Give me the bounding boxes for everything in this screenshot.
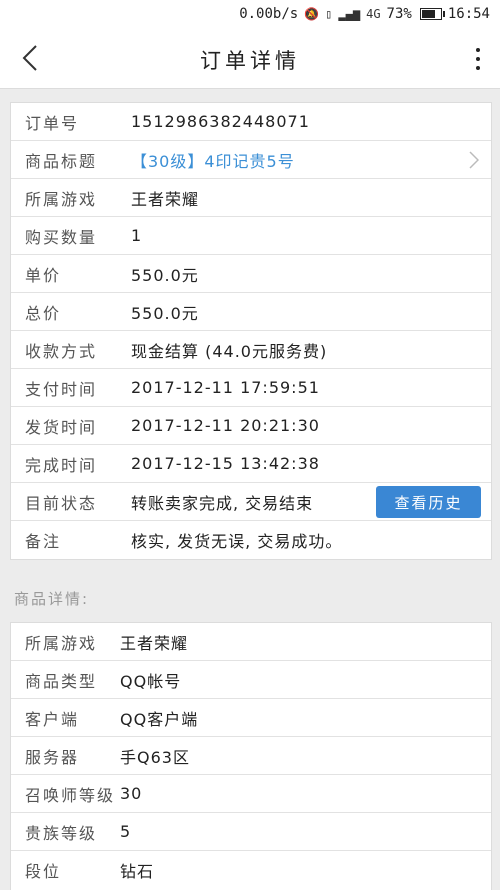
- row-label: 购买数量: [25, 227, 98, 247]
- row-label: 所属游戏: [25, 189, 98, 209]
- row-label: 完成时间: [25, 455, 98, 475]
- clock: 16:54: [447, 6, 490, 22]
- remark-value: 核实, 发货无误, 交易成功。: [131, 532, 343, 551]
- row-label: 收款方式: [25, 341, 98, 361]
- summoner-level-row: 召唤师等级 30: [11, 775, 491, 813]
- product-type-row: 商品类型 QQ帐号: [11, 661, 491, 699]
- signal-icon: ▂▄▆: [338, 7, 361, 21]
- row-label: 单价: [25, 265, 62, 285]
- network-speed: 0.00b/s: [239, 6, 299, 22]
- completion-time-row: 完成时间 2017-12-15 13:42:38: [11, 445, 491, 483]
- rank-row: 段位 钻石: [11, 851, 491, 889]
- product-title-row[interactable]: 商品标题 【30级】4印记贵5号: [11, 141, 491, 179]
- 4g-icon: 4G: [366, 7, 381, 21]
- row-label: 段位: [25, 862, 62, 881]
- battery-icon: [419, 8, 445, 20]
- mute-icon: 🔕: [304, 7, 320, 21]
- product-details-heading: 商品详情:: [14, 590, 90, 608]
- status-row: 目前状态 转账卖家完成, 交易结束 查看历史: [11, 483, 491, 521]
- quantity-row: 购买数量 1: [11, 217, 491, 255]
- total-price-value: 550.0元: [131, 303, 199, 323]
- client-value: QQ客户端: [120, 709, 199, 729]
- battery-fill: [421, 10, 435, 18]
- quantity-value: 1: [131, 226, 143, 245]
- product-title-link[interactable]: 【30级】4印记贵5号: [131, 148, 295, 172]
- row-label: 商品标题: [25, 151, 98, 171]
- product-details-card: 所属游戏 王者荣耀 商品类型 QQ帐号 客户端 QQ客户端 服务器 手Q63区 …: [10, 622, 492, 890]
- completion-time-value: 2017-12-15 13:42:38: [131, 454, 320, 473]
- detail-game-value: 王者荣耀: [120, 633, 189, 653]
- rank-value: 钻石: [120, 862, 155, 881]
- payment-time-row: 支付时间 2017-12-11 17:59:51: [11, 369, 491, 407]
- server-value: 手Q63区: [120, 747, 190, 767]
- unit-price-row: 单价 550.0元: [11, 255, 491, 293]
- row-label: 召唤师等级: [25, 785, 116, 805]
- vibrate-icon: ▯: [325, 7, 333, 21]
- summoner-level-value: 30: [120, 784, 143, 803]
- unit-price-value: 550.0元: [131, 265, 199, 285]
- view-history-button[interactable]: 查看历史: [376, 486, 481, 518]
- server-row: 服务器 手Q63区: [11, 737, 491, 775]
- delivery-time-row: 发货时间 2017-12-11 20:21:30: [11, 407, 491, 445]
- status-bar-right: 0.00b/s 🔕 ▯ ▂▄▆ 4G 73% 16:54: [239, 6, 490, 22]
- row-label: 目前状态: [25, 493, 98, 513]
- row-label: 服务器: [25, 747, 80, 767]
- more-dot-icon: [476, 66, 480, 70]
- total-price-row: 总价 550.0元: [11, 293, 491, 331]
- payment-method-value: 现金结算 (44.0元服务费): [131, 341, 328, 361]
- more-dot-icon: [476, 48, 480, 52]
- product-type-value: QQ帐号: [120, 671, 182, 691]
- payment-method-row: 收款方式 现金结算 (44.0元服务费): [11, 331, 491, 369]
- row-label: 备注: [25, 532, 62, 551]
- status-bar: 0.00b/s 🔕 ▯ ▂▄▆ 4G 73% 16:54: [0, 0, 500, 30]
- order-number-row: 订单号 1512986382448071: [11, 103, 491, 141]
- row-label: 所属游戏: [25, 633, 98, 653]
- more-options-button[interactable]: [468, 42, 488, 76]
- client-row: 客户端 QQ客户端: [11, 699, 491, 737]
- row-label: 商品类型: [25, 671, 98, 691]
- noble-level-value: 5: [120, 822, 132, 841]
- order-info-card: 订单号 1512986382448071 商品标题 【30级】4印记贵5号 所属…: [10, 102, 492, 560]
- row-label: 发货时间: [25, 417, 98, 437]
- row-label: 客户端: [25, 709, 80, 729]
- battery-percent: 73%: [386, 6, 412, 22]
- row-label: 总价: [25, 303, 62, 323]
- game-value: 王者荣耀: [131, 189, 200, 209]
- order-number-value: 1512986382448071: [131, 112, 310, 131]
- remark-row: 备注 核实, 发货无误, 交易成功。: [11, 521, 491, 559]
- chevron-right-icon: [469, 151, 479, 169]
- delivery-time-value: 2017-12-11 20:21:30: [131, 416, 320, 435]
- status-value: 转账卖家完成, 交易结束: [131, 493, 314, 513]
- row-label: 贵族等级: [25, 823, 98, 843]
- row-label: 订单号: [25, 113, 80, 133]
- game-row: 所属游戏 王者荣耀: [11, 179, 491, 217]
- payment-time-value: 2017-12-11 17:59:51: [131, 378, 320, 397]
- detail-game-row: 所属游戏 王者荣耀: [11, 623, 491, 661]
- page-title: 订单详情: [200, 49, 300, 73]
- noble-level-row: 贵族等级 5: [11, 813, 491, 851]
- nav-bar: 订单详情: [0, 30, 500, 89]
- more-dot-icon: [476, 57, 480, 61]
- row-label: 支付时间: [25, 379, 98, 399]
